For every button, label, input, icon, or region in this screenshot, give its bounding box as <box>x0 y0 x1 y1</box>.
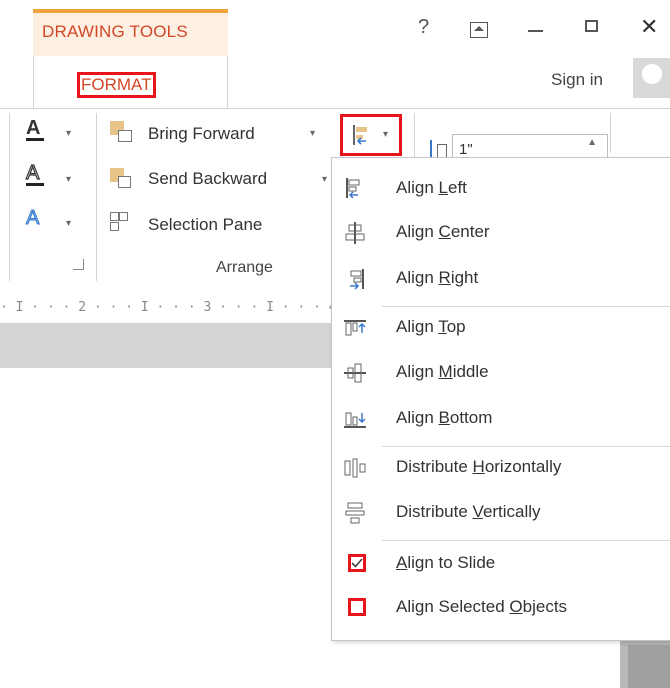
align-selected-objects-checkbox[interactable] <box>348 598 366 616</box>
align-left-icon <box>346 178 360 199</box>
align-top-icon <box>344 320 366 336</box>
menu-separator <box>382 446 670 447</box>
distribute-horizontally-icon <box>344 458 366 478</box>
menu-item-align-to-slide[interactable]: Align to Slide <box>332 542 670 582</box>
text-fill-icon[interactable]: A <box>26 117 44 141</box>
align-button[interactable]: ▾ <box>340 114 402 156</box>
align-right-icon <box>350 269 364 290</box>
spin-up-icon: ▲ <box>587 137 597 148</box>
text-effects-icon[interactable]: A <box>25 207 39 230</box>
align-menu: Align Left Align Center Align Right Alig… <box>331 157 670 641</box>
ribbon-divider <box>96 113 97 281</box>
dialog-launcher-icon[interactable] <box>73 259 84 270</box>
ribbon-divider <box>610 113 611 153</box>
menu-separator <box>382 306 670 307</box>
menu-item-align-middle[interactable]: Align Middle <box>332 354 670 394</box>
text-outline-icon[interactable]: A <box>25 161 44 186</box>
chevron-down-icon[interactable]: ▾ <box>66 128 71 139</box>
restore-icon[interactable] <box>585 20 598 32</box>
chevron-down-icon[interactable]: ▾ <box>66 174 71 185</box>
tab-format-label[interactable]: FORMAT <box>77 72 156 98</box>
checkmark-icon <box>351 558 363 568</box>
distribute-vertically-icon <box>345 502 365 524</box>
menu-item-align-top[interactable]: Align Top <box>332 308 670 348</box>
align-left-icon <box>353 125 367 145</box>
menu-item-align-selected-objects[interactable]: Align Selected Objects <box>332 588 670 628</box>
menu-item-align-bottom[interactable]: Align Bottom <box>332 400 670 440</box>
chevron-down-icon: ▾ <box>383 129 389 140</box>
send-backward-icon[interactable] <box>110 168 131 188</box>
chevron-down-icon[interactable]: ▾ <box>310 128 315 139</box>
menu-item-align-left[interactable]: Align Left <box>332 168 670 208</box>
chevron-down-icon[interactable]: ▾ <box>322 174 327 185</box>
menu-item-distribute-vertically[interactable]: Distribute Vertically <box>332 494 670 534</box>
ribbon-divider <box>9 113 10 281</box>
menu-item-distribute-horizontally[interactable]: Distribute Horizontally <box>332 448 670 488</box>
align-middle-icon <box>344 363 366 383</box>
scrollbar-thumb[interactable] <box>628 645 670 688</box>
selection-pane-button[interactable]: Selection Pane <box>148 215 262 235</box>
arrange-group-label: Arrange <box>216 259 273 276</box>
chevron-down-icon[interactable]: ▾ <box>66 218 71 229</box>
slide-workspace[interactable] <box>0 368 340 688</box>
menu-separator <box>382 540 670 541</box>
close-icon[interactable]: ✕ <box>640 14 658 40</box>
menu-item-align-right[interactable]: Align Right <box>332 260 670 300</box>
send-backward-button[interactable]: Send Backward <box>148 169 267 189</box>
selection-pane-icon[interactable] <box>110 212 128 232</box>
bring-forward-button[interactable]: Bring Forward <box>148 124 255 144</box>
help-icon[interactable]: ? <box>418 16 429 39</box>
minimize-icon[interactable] <box>528 30 543 32</box>
bring-forward-icon[interactable] <box>110 121 132 142</box>
workspace-band <box>0 323 340 368</box>
menu-item-align-center[interactable]: Align Center <box>332 214 670 254</box>
align-center-icon <box>345 222 365 244</box>
horizontal-ruler: · I · · · 2 · · · I · · · 3 · · · I · · … <box>0 293 340 324</box>
align-to-slide-checkbox[interactable] <box>348 554 366 572</box>
align-bottom-icon <box>344 412 366 428</box>
avatar[interactable] <box>633 58 670 98</box>
sign-in-link[interactable]: Sign in <box>551 70 603 90</box>
drawing-tools-label: DRAWING TOOLS <box>42 22 188 41</box>
ribbon-display-options-icon[interactable] <box>470 22 488 38</box>
